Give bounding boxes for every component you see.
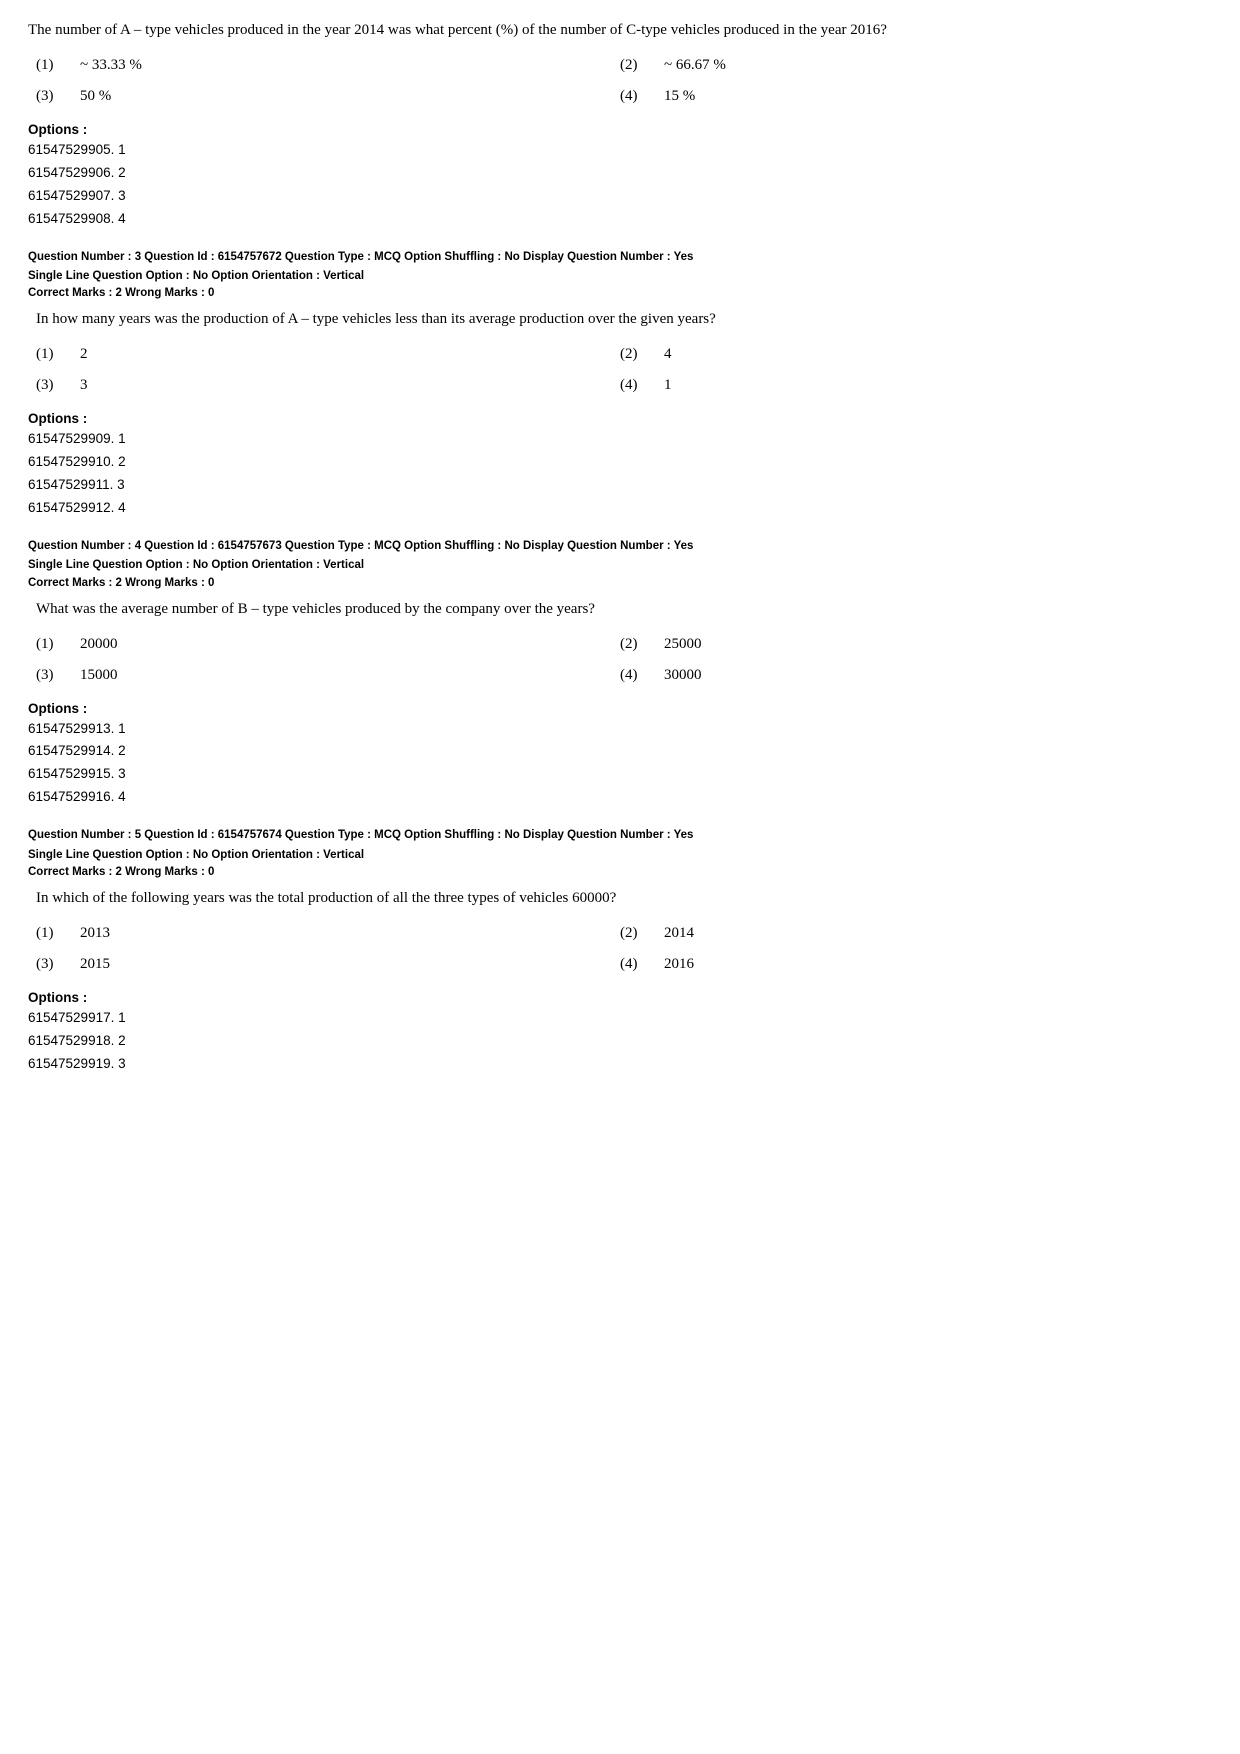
q2-options-label: Options :	[28, 122, 1212, 137]
q3-option-4-num: (4)	[620, 372, 648, 399]
q4-option-2-num: (2)	[620, 631, 648, 658]
q3-option-4: (4) 1	[620, 372, 1204, 399]
q3-options-grid: (1) 2 (2) 4 (3) 3 (4) 1	[28, 341, 1212, 399]
q2-opt-item-1: 61547529905. 1	[28, 139, 1212, 162]
intro-question: The number of A – type vehicles produced…	[28, 18, 1212, 231]
q5-opt-item-2: 61547529918. 2	[28, 1030, 1212, 1053]
q4-meta-line2: Single Line Question Option : No Option …	[28, 557, 1212, 574]
q3-opt-item-3: 61547529911. 3	[28, 474, 1212, 497]
q4-option-1: (1) 20000	[36, 631, 620, 658]
q2-opt-item-2: 61547529906. 2	[28, 162, 1212, 185]
q3-opt-item-2: 61547529910. 2	[28, 451, 1212, 474]
q3-opt-item-4: 61547529912. 4	[28, 497, 1212, 520]
q3-option-2-val: 4	[664, 341, 672, 368]
q4-options-list: 61547529913. 1 61547529914. 2 6154752991…	[28, 718, 1212, 810]
q2-option-2-val: ~ 66.67 %	[664, 52, 726, 79]
q5-opt-item-1: 61547529917. 1	[28, 1007, 1212, 1030]
q3-option-3-val: 3	[80, 372, 88, 399]
q3-correct-marks: Correct Marks : 2 Wrong Marks : 0	[28, 287, 1212, 299]
q5-options-grid: (1) 2013 (2) 2014 (3) 2015 (4) 2016	[28, 920, 1212, 978]
q2-options-grid: (1) ~ 33.33 % (2) ~ 66.67 % (3) 50 % (4)…	[28, 52, 1212, 110]
q3-option-1: (1) 2	[36, 341, 620, 368]
q4-option-2: (2) 25000	[620, 631, 1204, 658]
q4-correct-marks: Correct Marks : 2 Wrong Marks : 0	[28, 577, 1212, 589]
q4-option-4-num: (4)	[620, 662, 648, 689]
q5-opt-item-3: 61547529919. 3	[28, 1053, 1212, 1076]
q5-option-4-val: 2016	[664, 951, 694, 978]
q5-option-1-num: (1)	[36, 920, 64, 947]
q5-option-2: (2) 2014	[620, 920, 1204, 947]
q3-options-list: 61547529909. 1 61547529910. 2 6154752991…	[28, 428, 1212, 520]
q5-option-1: (1) 2013	[36, 920, 620, 947]
q5-option-3-val: 2015	[80, 951, 110, 978]
q2-opt-item-4: 61547529908. 4	[28, 208, 1212, 231]
q3-meta-line2: Single Line Question Option : No Option …	[28, 268, 1212, 285]
q2-option-3-val: 50 %	[80, 83, 111, 110]
q5-option-3-num: (3)	[36, 951, 64, 978]
intro-text: The number of A – type vehicles produced…	[28, 18, 1212, 42]
q2-option-4-num: (4)	[620, 83, 648, 110]
q3-opt-item-1: 61547529909. 1	[28, 428, 1212, 451]
q4-option-1-num: (1)	[36, 631, 64, 658]
q2-option-3: (3) 50 %	[36, 83, 620, 110]
q5-option-3: (3) 2015	[36, 951, 620, 978]
q4-text: What was the average number of B – type …	[28, 597, 1212, 621]
q2-option-1-val: ~ 33.33 %	[80, 52, 142, 79]
q4-option-3: (3) 15000	[36, 662, 620, 689]
q5-option-4: (4) 2016	[620, 951, 1204, 978]
q3-option-4-val: 1	[664, 372, 672, 399]
q2-option-4: (4) 15 %	[620, 83, 1204, 110]
q3-option-1-num: (1)	[36, 341, 64, 368]
q4-opt-item-3: 61547529915. 3	[28, 763, 1212, 786]
question-3-block: Question Number : 3 Question Id : 615475…	[28, 249, 1212, 520]
q5-option-2-num: (2)	[620, 920, 648, 947]
q3-text: In how many years was the production of …	[28, 307, 1212, 331]
q3-option-3-num: (3)	[36, 372, 64, 399]
q4-options-label: Options :	[28, 701, 1212, 716]
q2-option-3-num: (3)	[36, 83, 64, 110]
q3-option-1-val: 2	[80, 341, 88, 368]
q4-option-1-val: 20000	[80, 631, 118, 658]
q4-opt-item-1: 61547529913. 1	[28, 718, 1212, 741]
q3-meta-line1: Question Number : 3 Question Id : 615475…	[28, 249, 1212, 266]
q4-option-4: (4) 30000	[620, 662, 1204, 689]
q4-option-3-num: (3)	[36, 662, 64, 689]
question-4-block: Question Number : 4 Question Id : 615475…	[28, 538, 1212, 809]
q3-options-label: Options :	[28, 411, 1212, 426]
q4-meta-line1: Question Number : 4 Question Id : 615475…	[28, 538, 1212, 555]
q2-option-1-num: (1)	[36, 52, 64, 79]
q5-options-list: 61547529917. 1 61547529918. 2 6154752991…	[28, 1007, 1212, 1076]
q4-option-3-val: 15000	[80, 662, 118, 689]
q2-option-1: (1) ~ 33.33 %	[36, 52, 620, 79]
q2-opt-item-3: 61547529907. 3	[28, 185, 1212, 208]
q5-option-1-val: 2013	[80, 920, 110, 947]
q5-option-2-val: 2014	[664, 920, 694, 947]
q5-correct-marks: Correct Marks : 2 Wrong Marks : 0	[28, 866, 1212, 878]
q2-options-list: 61547529905. 1 61547529906. 2 6154752990…	[28, 139, 1212, 231]
q5-text: In which of the following years was the …	[28, 886, 1212, 910]
q2-option-4-val: 15 %	[664, 83, 695, 110]
q3-option-2-num: (2)	[620, 341, 648, 368]
q4-opt-item-4: 61547529916. 4	[28, 786, 1212, 809]
q2-option-2: (2) ~ 66.67 %	[620, 52, 1204, 79]
q4-options-grid: (1) 20000 (2) 25000 (3) 15000 (4) 30000	[28, 631, 1212, 689]
question-5-block: Question Number : 5 Question Id : 615475…	[28, 827, 1212, 1075]
q3-option-3: (3) 3	[36, 372, 620, 399]
q4-opt-item-2: 61547529914. 2	[28, 740, 1212, 763]
q4-option-2-val: 25000	[664, 631, 702, 658]
q3-option-2: (2) 4	[620, 341, 1204, 368]
q4-option-4-val: 30000	[664, 662, 702, 689]
q5-meta-line1: Question Number : 5 Question Id : 615475…	[28, 827, 1212, 844]
q5-option-4-num: (4)	[620, 951, 648, 978]
q5-meta-line2: Single Line Question Option : No Option …	[28, 847, 1212, 864]
q5-options-label: Options :	[28, 990, 1212, 1005]
q2-option-2-num: (2)	[620, 52, 648, 79]
